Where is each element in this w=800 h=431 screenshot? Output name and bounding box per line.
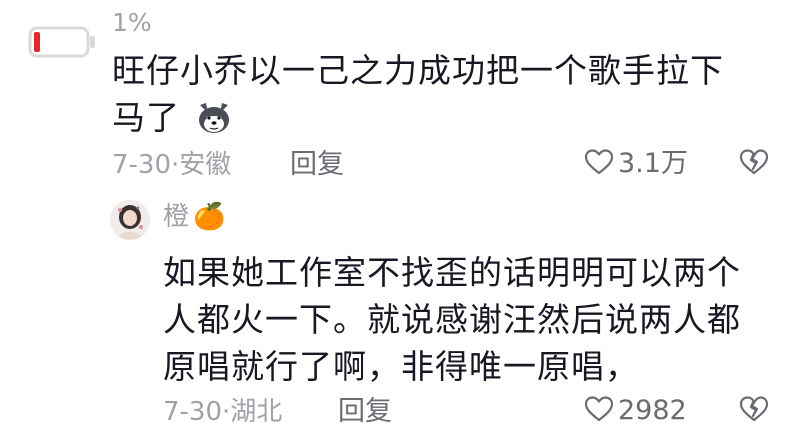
reply-date-location: 7-30·湖北 [163, 397, 283, 427]
reply-text-line: 如果她工作室不找歪的话明明可以两个 [163, 253, 741, 292]
husky-dog-face-icon [196, 101, 232, 147]
reply-button[interactable]: 回复 [290, 150, 344, 180]
comment-text-line: 马了 [112, 95, 232, 147]
reply-text-line: 原唱就行了啊，非得唯一原唱， [163, 347, 639, 386]
comment-text-line: 旺仔小乔以一己之力成功把一个歌手拉下 [112, 51, 724, 90]
heart-outline-icon [584, 148, 614, 180]
reply-text-line: 人都火一下。就说感谢汪然后说两人都 [163, 300, 741, 339]
comment-username[interactable]: 1% [112, 8, 152, 38]
reply-username-text: 橙 [163, 202, 190, 232]
comment-text-segment: 马了 [112, 98, 180, 137]
broken-heart-icon[interactable] [738, 395, 770, 427]
user-avatar-icon[interactable] [110, 200, 150, 240]
like-button[interactable]: 3.1万 [584, 148, 688, 180]
reply-button[interactable]: 回复 [338, 397, 392, 427]
reply-username[interactable]: 橙 🍊 [163, 202, 225, 232]
broken-heart-icon[interactable] [738, 148, 770, 180]
like-button[interactable]: 2982 [584, 395, 687, 427]
like-count: 2982 [618, 395, 687, 426]
heart-outline-icon [584, 395, 614, 427]
like-count: 3.1万 [618, 148, 688, 179]
orange-emoji-icon: 🍊 [193, 202, 226, 232]
battery-low-icon[interactable] [20, 6, 102, 88]
comment-date-location: 7-30·安徽 [112, 150, 232, 180]
